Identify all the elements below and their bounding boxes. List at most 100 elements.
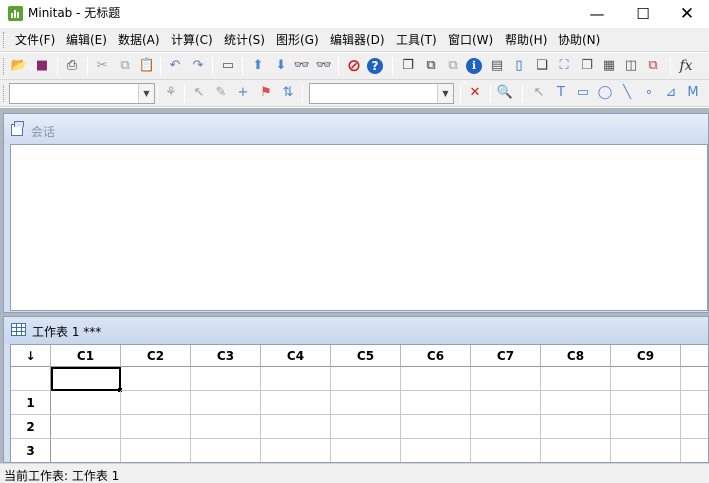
window-icon[interactable]: ▭	[219, 57, 237, 75]
menubar-grip[interactable]	[3, 32, 6, 48]
cut-icon[interactable]: ✂	[93, 57, 111, 75]
data-cell[interactable]	[121, 439, 191, 462]
row-header[interactable]: 1	[11, 391, 51, 415]
maximize-button[interactable]: ☐	[620, 0, 666, 27]
data-cell[interactable]	[401, 391, 471, 415]
undo-icon[interactable]: ↶	[166, 57, 184, 75]
polygon-tool-icon[interactable]: M	[684, 84, 702, 102]
menu-edit[interactable]: 编辑(E)	[66, 32, 107, 48]
menu-editor[interactable]: 编辑器(D)	[330, 32, 385, 48]
panel-icon[interactable]: ◫	[622, 57, 640, 75]
close-button[interactable]: ✕	[664, 0, 709, 27]
data-cell[interactable]	[541, 391, 611, 415]
menu-stat[interactable]: 统计(S)	[224, 32, 265, 48]
toolbar-grip[interactable]	[3, 58, 6, 75]
copy-icon[interactable]: ⧉	[116, 57, 134, 75]
data-cell[interactable]	[191, 391, 261, 415]
column-header[interactable]: C9	[611, 345, 681, 367]
ellipse-tool-icon[interactable]: ◯	[596, 84, 614, 102]
print-icon[interactable]: ⎙	[63, 57, 81, 75]
worksheets-icon[interactable]: ⧉	[422, 57, 440, 75]
data-cell[interactable]	[611, 439, 681, 462]
open-folder-icon[interactable]: 📂	[10, 57, 28, 75]
column-name-cell[interactable]	[681, 367, 708, 391]
menu-help[interactable]: 帮助(H)	[505, 32, 547, 48]
function-icon[interactable]: fx	[677, 57, 695, 75]
grid-icon[interactable]: ▦	[600, 57, 618, 75]
info-icon[interactable]: ℹ	[466, 58, 482, 74]
data-cell[interactable]	[191, 415, 261, 439]
column-name-cell[interactable]	[471, 367, 541, 391]
polyline-tool-icon[interactable]: ⊿	[662, 84, 680, 102]
data-cell[interactable]	[681, 415, 708, 439]
graph-style-select[interactable]: ▼	[9, 83, 155, 104]
column-name-cell[interactable]	[611, 367, 681, 391]
column-name-cell[interactable]	[121, 367, 191, 391]
data-cell[interactable]	[331, 439, 401, 462]
session-output-area[interactable]	[10, 144, 708, 311]
data-cell[interactable]	[51, 391, 121, 415]
column-header[interactable]: C5	[331, 345, 401, 367]
worksheet-header[interactable]: 工作表 1 ***	[4, 317, 708, 344]
toolbar-grip[interactable]	[3, 85, 6, 102]
brush-pen-icon[interactable]: ✎	[212, 84, 230, 102]
graphs-icon[interactable]: ⧉	[444, 57, 462, 75]
column-name-row-header[interactable]	[11, 367, 51, 391]
data-cell[interactable]	[401, 439, 471, 462]
menu-data[interactable]: 数据(A)	[118, 32, 160, 48]
column-name-cell[interactable]	[191, 367, 261, 391]
redo-icon[interactable]: ↷	[189, 57, 207, 75]
paste-icon[interactable]: 📋	[138, 57, 156, 75]
text-tool-icon[interactable]: T	[552, 84, 570, 102]
column-header[interactable]: C1	[51, 345, 121, 367]
find-icon[interactable]: 👓	[293, 57, 311, 75]
menu-window[interactable]: 窗口(W)	[448, 32, 493, 48]
annotation-select[interactable]: ▼	[309, 83, 454, 104]
data-cell[interactable]	[121, 391, 191, 415]
menu-file[interactable]: 文件(F)	[15, 32, 55, 48]
data-cell[interactable]	[611, 391, 681, 415]
data-cell[interactable]	[471, 439, 541, 462]
data-cell[interactable]	[471, 391, 541, 415]
crosshair-icon[interactable]: +	[234, 84, 252, 102]
corner-arrow-icon[interactable]: ↓	[11, 345, 51, 367]
flag-icon[interactable]: ⚑	[257, 84, 275, 102]
select-arrow-icon[interactable]: ↖	[530, 84, 548, 102]
data-cell[interactable]	[51, 439, 121, 462]
data-cell[interactable]	[541, 439, 611, 462]
column-name-cell[interactable]	[261, 367, 331, 391]
minimize-button[interactable]: —	[574, 0, 620, 27]
report-icon[interactable]: ❐	[578, 57, 596, 75]
menu-calc[interactable]: 计算(C)	[171, 32, 213, 48]
menu-assist[interactable]: 协助(N)	[558, 32, 600, 48]
data-cell[interactable]	[51, 415, 121, 439]
row-header[interactable]: 3	[11, 439, 51, 462]
menu-graph[interactable]: 图形(G)	[276, 32, 319, 48]
close-window-icon[interactable]: ⧉	[644, 57, 662, 75]
column-header[interactable]: C3	[191, 345, 261, 367]
delete-icon[interactable]: ✕	[466, 84, 484, 102]
new-doc-icon[interactable]: ❏	[533, 57, 551, 75]
data-cell[interactable]	[541, 415, 611, 439]
help-icon[interactable]: ?	[367, 58, 383, 74]
column-name-cell[interactable]	[331, 367, 401, 391]
row-header[interactable]: 2	[11, 415, 51, 439]
column-name-cell[interactable]	[541, 367, 611, 391]
column-header[interactable]: C4	[261, 345, 331, 367]
data-cell[interactable]	[611, 415, 681, 439]
layout-icon[interactable]: ⛶	[555, 57, 573, 75]
column-name-cell[interactable]	[51, 367, 122, 392]
data-cell[interactable]	[681, 391, 708, 415]
marker-tool-icon[interactable]: ∘	[640, 84, 658, 102]
data-cell[interactable]	[121, 415, 191, 439]
column-name-cell[interactable]	[401, 367, 471, 391]
zoom-icon[interactable]: 🔍	[496, 84, 514, 102]
data-cell[interactable]	[471, 415, 541, 439]
brush-icon[interactable]: ⚘	[162, 84, 180, 102]
data-cell[interactable]	[261, 415, 331, 439]
column-header[interactable]: C7	[471, 345, 541, 367]
cancel-icon[interactable]: ⊘	[345, 57, 363, 75]
session-header[interactable]: 会话	[4, 114, 708, 144]
swap-icon[interactable]: ⇅	[279, 84, 297, 102]
replace-icon[interactable]: 👓	[315, 57, 333, 75]
